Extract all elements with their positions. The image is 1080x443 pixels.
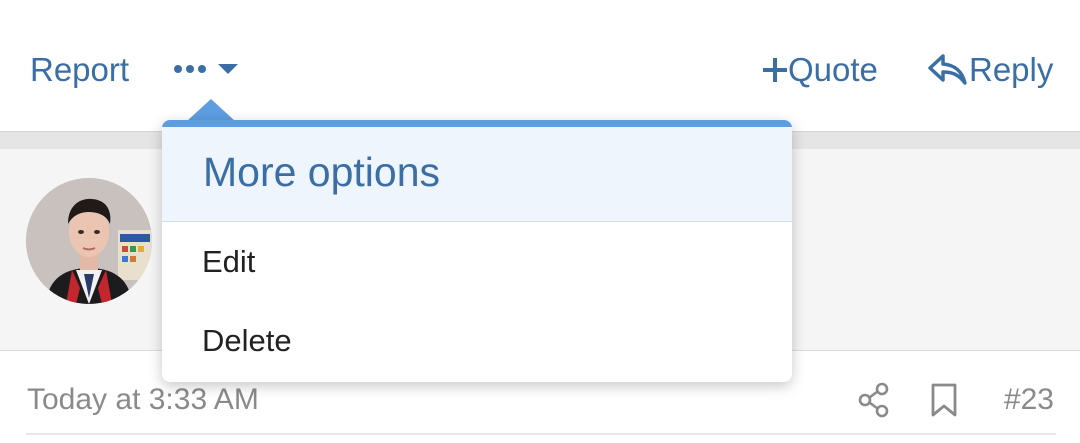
share-icon: [858, 382, 889, 418]
menu-item-edit[interactable]: Edit: [162, 224, 792, 302]
post-timestamp[interactable]: Today at 3:33 AM: [27, 383, 259, 417]
reply-label: Reply: [969, 51, 1054, 88]
bookmark-button[interactable]: [929, 382, 963, 418]
quote-button[interactable]: Quote: [762, 48, 878, 92]
menu-item-label: Delete: [202, 323, 292, 358]
bookmark-icon: [931, 383, 957, 417]
caret-down-icon: [218, 64, 238, 74]
more-options-button[interactable]: [173, 48, 243, 92]
share-button[interactable]: [857, 382, 891, 418]
avatar[interactable]: [26, 178, 152, 304]
report-link[interactable]: Report: [30, 48, 129, 92]
menu-item-delete[interactable]: Delete: [162, 303, 792, 381]
menu-accent-bar: [162, 120, 792, 127]
menu-pointer: [187, 99, 235, 121]
menu-item-label: Edit: [202, 244, 256, 279]
more-options-menu: More options Edit Delete: [162, 120, 792, 382]
ellipsis-icon: [174, 64, 238, 74]
message-actions-bar: Report Quote Reply: [0, 0, 1080, 131]
plus-icon: [763, 58, 787, 82]
post-number-link[interactable]: #23: [1004, 383, 1054, 417]
menu-title: More options: [203, 149, 441, 195]
menu-header: More options: [162, 127, 792, 222]
quote-label: Quote: [788, 51, 878, 88]
reply-arrow-icon: [928, 54, 967, 85]
footer-divider: [26, 433, 1056, 435]
reply-button[interactable]: Reply: [927, 48, 1053, 92]
avatar-photo: [26, 178, 152, 304]
